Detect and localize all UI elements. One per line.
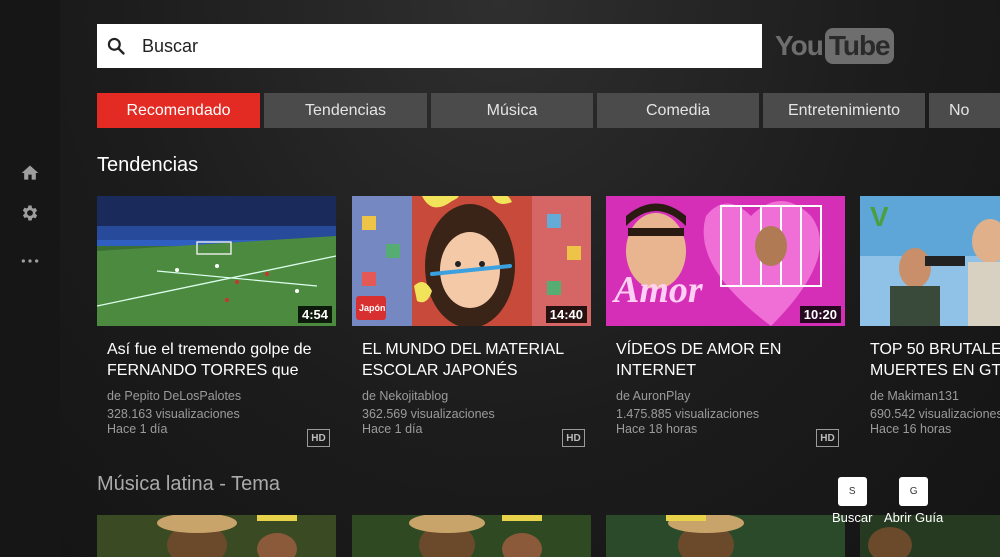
video-card[interactable]: V TOP 50 BRUTALE MUERTES EN GTA de Makim… [860,196,1000,456]
thumbnail-text: Amor [614,269,703,311]
section-title-latin-music: Música latina - Tema [97,473,281,495]
video-title[interactable]: Así fue el tremendo golpe de FERNANDO TO… [107,339,335,381]
video-title[interactable]: TOP 50 BRUTALE MUERTES EN GTA [870,339,1000,381]
video-age: Hace 16 horas [870,422,952,436]
hd-badge: HD [307,429,330,447]
category-tabs: Recomendado Tendencias Música Comedia En… [97,93,1000,128]
video-card[interactable]: Amor 10:20 VÍDEOS DE AMOR EN INTERNET de… [606,196,845,456]
video-thumbnail-gta[interactable]: V [860,196,1000,326]
tab-musica[interactable]: Música [431,93,593,128]
video-duration: 10:20 [799,306,841,323]
tab-noticias[interactable]: No [929,93,1000,128]
gear-icon[interactable] [20,203,40,223]
video-row-trending: 4:54 Así fue el tremendo golpe de FERNAN… [97,196,1000,456]
video-views: 1.475.885 visualizaciones [616,407,760,421]
video-channel: de Nekojitablog [362,389,449,403]
video-thumbnail-soccer[interactable]: 4:54 [97,196,336,326]
tab-entretenimiento[interactable]: Entretenimiento [763,93,925,128]
shortcut-label: Abrir Guía [884,510,944,525]
tab-comedia[interactable]: Comedia [597,93,759,128]
hd-badge: HD [562,429,585,447]
sidebar [0,0,60,557]
video-age: Hace 18 horas [616,422,698,436]
video-card[interactable]: Japón 14:40 EL MUNDO DEL MATERIAL ESCOLA… [352,196,591,456]
video-duration: 14:40 [545,306,587,323]
video-channel: de Makiman131 [870,389,959,403]
search-icon [106,36,126,56]
video-channel: de AuronPlay [616,389,691,403]
video-age: Hace 1 día [107,422,168,436]
video-age: Hace 1 día [362,422,423,436]
key-hint: G [899,477,929,506]
tab-recomendado[interactable]: Recomendado [97,93,260,128]
thumbnail-badge-text: Japón [359,303,386,313]
video-title[interactable]: EL MUNDO DEL MATERIAL ESCOLAR JAPONÉS [362,339,590,381]
video-views: 328.163 visualizaciones [107,407,240,421]
home-icon[interactable] [20,163,40,183]
hd-badge: HD [816,429,839,447]
video-thumbnail[interactable] [606,515,845,557]
video-duration: 4:54 [297,306,332,323]
video-thumbnail[interactable] [352,515,591,557]
search-bar[interactable] [97,24,762,68]
shortcut-search: S Buscar [832,477,872,525]
video-card[interactable]: 4:54 Así fue el tremendo golpe de FERNAN… [97,196,336,456]
video-channel: de Pepito DeLosPalotes [107,389,242,403]
section-title-trending: Tendencias [97,154,199,176]
svg-text:V: V [870,201,889,232]
tab-tendencias[interactable]: Tendencias [264,93,427,128]
video-views: 690.542 visualizaciones [870,407,1000,421]
video-views: 362.569 visualizaciones [362,407,495,421]
more-icon[interactable] [20,251,40,271]
key-hint: S [837,477,867,506]
youtube-logo: You Tube [775,27,894,65]
video-thumbnail-japanese[interactable]: Japón 14:40 [352,196,591,326]
video-thumbnail[interactable] [97,515,336,557]
shortcut-open-guide: G Abrir Guía [884,477,943,525]
video-title[interactable]: VÍDEOS DE AMOR EN INTERNET [616,339,844,381]
shortcut-label: Buscar [832,510,873,525]
video-thumbnail-amor[interactable]: Amor 10:20 [606,196,845,326]
search-input[interactable] [142,24,762,68]
